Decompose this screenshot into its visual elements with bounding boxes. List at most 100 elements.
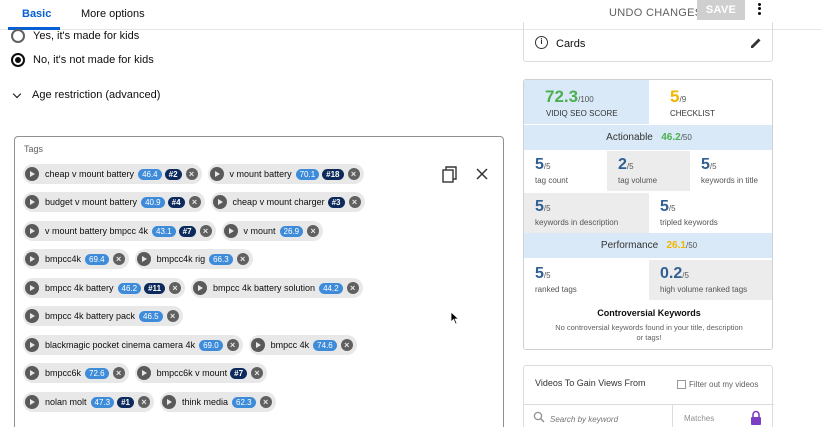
tag-chip[interactable]: bmpcc6k v mount #7 × bbox=[134, 363, 268, 383]
metric-value: 5 bbox=[701, 156, 710, 173]
metric-tag-volume: 2/5 tag volume bbox=[607, 151, 690, 191]
tag-rank-badge: #18 bbox=[322, 168, 344, 180]
keyword-search-input[interactable] bbox=[550, 412, 670, 426]
play-icon bbox=[25, 224, 39, 238]
tag-rank-badge: #7 bbox=[230, 367, 248, 379]
metric-value: 0.2 bbox=[660, 265, 683, 282]
seo-score-cell[interactable]: 72.3/100 VIDIQ SEO SCORE bbox=[524, 80, 649, 124]
remove-tag-icon[interactable]: × bbox=[169, 282, 182, 294]
pencil-icon[interactable] bbox=[749, 36, 763, 50]
remove-tag-icon[interactable]: × bbox=[348, 196, 361, 208]
tag-chip[interactable]: think media 62.3 × bbox=[160, 392, 276, 412]
tag-chip[interactable]: nolan molt 47.3 #1 × bbox=[23, 392, 155, 412]
filter-label: Filter out my videos bbox=[689, 380, 759, 389]
play-icon bbox=[136, 252, 151, 266]
metric-value: 5 bbox=[660, 198, 669, 215]
remove-tag-icon[interactable]: × bbox=[112, 367, 125, 379]
metric-label: high volume ranked tags bbox=[660, 285, 748, 294]
tag-text: cheap v mount battery bbox=[45, 169, 135, 179]
remove-tag-icon[interactable]: × bbox=[199, 225, 212, 237]
tag-score-badge: 40.9 bbox=[141, 196, 165, 208]
remove-tag-icon[interactable]: × bbox=[166, 310, 179, 322]
remove-tag-icon[interactable]: × bbox=[346, 282, 359, 294]
tag-text: v mount bbox=[243, 226, 276, 236]
tag-row: bmpcc 4k battery pack 46.5 × bbox=[23, 306, 183, 326]
play-icon bbox=[223, 224, 238, 238]
remove-tag-icon[interactable]: × bbox=[185, 168, 198, 180]
tag-text: budget v mount battery bbox=[45, 197, 138, 207]
remove-tag-icon[interactable]: × bbox=[259, 396, 272, 408]
metric-max: /5 bbox=[709, 162, 717, 171]
cards-panel[interactable]: i Cards bbox=[523, 22, 773, 62]
remove-tag-icon[interactable]: × bbox=[251, 367, 264, 379]
tag-score-badge: 74.6 bbox=[313, 339, 337, 351]
lock-icon[interactable] bbox=[750, 410, 762, 426]
copy-icon[interactable] bbox=[442, 166, 458, 184]
tag-row: budget v mount battery 40.9 #4 × cheap v mou… bbox=[23, 192, 365, 212]
radio-made-for-kids[interactable]: Yes, it's made for kids bbox=[11, 28, 139, 44]
remove-tag-icon[interactable]: × bbox=[112, 253, 125, 265]
remove-tag-icon[interactable]: × bbox=[236, 253, 249, 265]
tag-chip[interactable]: bmpcc 4k battery solution 44.2 × bbox=[191, 278, 363, 298]
tag-chip[interactable]: bmpcc 4k battery pack 46.5 × bbox=[23, 306, 183, 326]
undo-changes-button[interactable]: UNDO CHANGES bbox=[609, 4, 702, 22]
radio-unchecked-icon[interactable] bbox=[11, 29, 25, 43]
tag-text: v mount battery bbox=[229, 169, 292, 179]
radio-not-made-for-kids-label: No, it's not made for kids bbox=[33, 54, 154, 66]
actionable-label: Actionable bbox=[606, 132, 653, 143]
play-icon bbox=[209, 167, 224, 181]
kebab-icon[interactable] bbox=[752, 1, 766, 17]
remove-tag-icon[interactable]: × bbox=[188, 196, 201, 208]
radio-checked-icon[interactable] bbox=[11, 53, 25, 67]
metric-max: /5 bbox=[543, 204, 551, 213]
tag-chip[interactable]: bmpcc 4k battery 46.2 #11 × bbox=[23, 278, 186, 298]
performance-header: Performance 26.1/50 bbox=[524, 233, 772, 258]
tag-score-badge: 69.4 bbox=[85, 253, 109, 265]
tab-more-options[interactable]: More options bbox=[81, 8, 145, 20]
tag-text: v mount battery bmpcc 4k bbox=[45, 226, 149, 236]
tag-rank-badge: #7 bbox=[178, 225, 196, 237]
tag-chip[interactable]: v mount battery bmpcc 4k 43.1 #7 × bbox=[23, 221, 216, 241]
tag-chip[interactable]: v mount battery 70.1 #18 × bbox=[207, 164, 364, 184]
checklist-label: CHECKLIST bbox=[670, 109, 715, 118]
age-restriction-toggle[interactable]: Age restriction (advanced) bbox=[12, 89, 160, 101]
tag-score-badge: 46.2 bbox=[117, 282, 142, 294]
tag-chip[interactable]: bmpcc4k 69.4 × bbox=[23, 249, 129, 269]
remove-tag-icon[interactable]: × bbox=[226, 339, 239, 351]
checklist-cell[interactable]: 5/9 CHECKLIST bbox=[649, 80, 772, 124]
save-button[interactable]: SAVE bbox=[697, 0, 745, 20]
remove-tag-icon[interactable]: × bbox=[347, 168, 360, 180]
performance-max: /50 bbox=[685, 241, 698, 250]
metric-max: /5 bbox=[543, 271, 551, 280]
metric-label: keywords in description bbox=[535, 218, 619, 227]
remove-tag-icon[interactable]: × bbox=[340, 339, 353, 351]
tag-score-badge: 62.3 bbox=[232, 396, 256, 408]
play-icon bbox=[25, 281, 39, 295]
remove-tag-icon[interactable]: × bbox=[138, 396, 151, 408]
play-icon bbox=[25, 167, 39, 181]
tag-text: bmpcc 4k battery pack bbox=[45, 311, 136, 321]
radio-not-made-for-kids[interactable]: No, it's not made for kids bbox=[11, 52, 154, 68]
radio-made-for-kids-label: Yes, it's made for kids bbox=[33, 30, 140, 42]
performance-value: 26.1 bbox=[666, 240, 686, 251]
remove-tag-icon[interactable]: × bbox=[307, 225, 320, 237]
search-divider bbox=[672, 405, 673, 427]
metric-value: 5 bbox=[535, 198, 544, 215]
keyword-search-row: Matches bbox=[524, 404, 774, 427]
tags-field[interactable]: Tags cheap v mount battery 46.4 #2 × v mount… bbox=[14, 136, 504, 427]
tag-text: bmpcc 4k battery bbox=[45, 283, 114, 293]
tag-chip[interactable]: blackmagic pocket cinema camera 4k 69.0 × bbox=[23, 335, 243, 355]
filter-checkbox[interactable] bbox=[677, 380, 686, 389]
tag-rank-badge: #11 bbox=[144, 282, 166, 294]
tag-chip[interactable]: bmpcc6k 72.6 × bbox=[23, 363, 129, 383]
tag-chip[interactable]: cheap v mount battery 46.4 #2 × bbox=[23, 164, 202, 184]
tag-chip[interactable]: cheap v mount charger #3 × bbox=[210, 192, 365, 212]
tag-chip[interactable]: bmpcc4k rig 66.3 × bbox=[134, 249, 253, 269]
performance-label: Performance bbox=[600, 240, 659, 251]
close-icon[interactable] bbox=[474, 166, 490, 182]
tab-basic[interactable]: Basic bbox=[22, 8, 51, 20]
metric-label: tripled keywords bbox=[660, 218, 718, 227]
tag-chip[interactable]: budget v mount battery 40.9 #4 × bbox=[23, 192, 205, 212]
tag-chip[interactable]: bmpcc 4k 74.6 × bbox=[248, 335, 357, 355]
tag-chip[interactable]: v mount 26.9 × bbox=[221, 221, 324, 241]
